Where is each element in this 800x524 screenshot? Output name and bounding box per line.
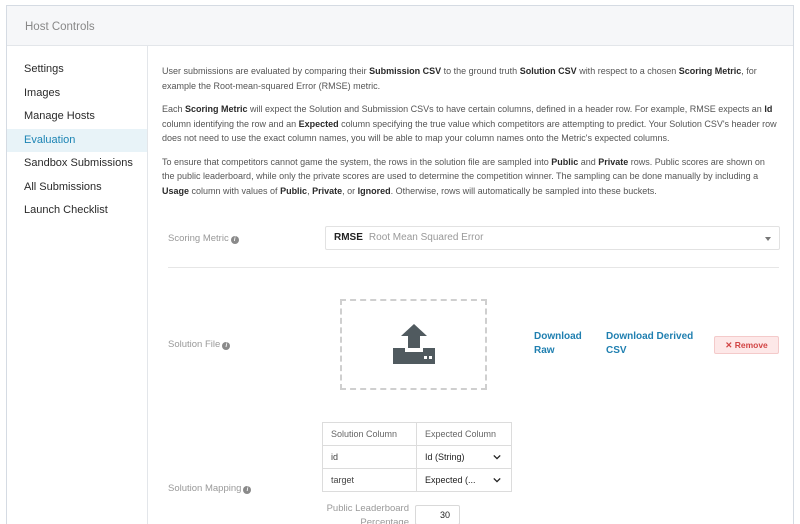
leaderboard-percentage-label: Public Leaderboard Percentage [326,503,409,524]
sidebar-nav: Settings Images Manage Hosts Evaluation … [7,46,148,524]
intro-paragraph-columns: Each Scoring Metric will expect the Solu… [162,104,777,143]
expected-column-select[interactable]: Expected (... [416,468,512,492]
sidebar-item-settings[interactable]: Settings [7,58,147,82]
solution-column-cell: id [322,445,417,469]
chevron-down-icon [493,454,501,460]
info-icon[interactable]: i [230,236,239,244]
panel-header: Host Controls [7,6,793,46]
chevron-down-icon [493,477,501,483]
sidebar-item-sandbox-submissions[interactable]: Sandbox Submissions [7,152,147,176]
section-divider [168,267,779,268]
info-icon[interactable]: i [222,342,231,350]
sidebar-item-evaluation[interactable]: Evaluation [7,128,147,152]
solution-column-cell: target [322,468,417,492]
scoring-metric-label: Scoring Metric i [168,233,239,244]
intro-paragraph-sampling: To ensure that competitors cannot game t… [162,156,765,196]
table-row: target Expected (... [322,468,512,492]
info-icon[interactable]: i [243,486,252,494]
table-header-row: Solution Column Expected Column [322,422,512,446]
remove-button[interactable]: ✕ Remove [714,336,779,354]
sidebar-item-images[interactable]: Images [7,82,147,106]
sidebar-item-manage-hosts[interactable]: Manage Hosts [7,105,147,129]
solution-mapping-label: Solution Mapping i [168,483,252,494]
caret-down-icon [765,237,771,241]
download-raw-link[interactable]: Download Raw [534,330,590,358]
close-icon: ✕ [725,340,735,350]
intro-paragraph-scoring: User submissions are evaluated by compar… [162,66,757,91]
column-header-expected: Expected Column [416,422,512,446]
solution-mapping-table: Solution Column Expected Column id Id (S… [322,422,512,492]
upload-icon [393,324,435,364]
table-row: id Id (String) [322,445,512,469]
download-derived-csv-link[interactable]: Download Derived CSV [606,330,698,358]
leaderboard-percentage-input[interactable]: 30 [415,505,460,524]
sidebar-item-all-submissions[interactable]: All Submissions [7,176,147,200]
scoring-metric-description: Root Mean Squared Error [368,232,484,243]
expected-column-select[interactable]: Id (String) [416,445,512,469]
solution-file-label: Solution File i [168,339,231,350]
scoring-metric-select[interactable]: RMSE Root Mean Squared Error [325,226,780,250]
sidebar-item-launch-checklist[interactable]: Launch Checklist [7,199,147,223]
host-controls-panel: Host Controls Settings Images Manage Hos… [6,5,794,524]
scoring-metric-code: RMSE [334,232,363,243]
evaluation-content: User submissions are evaluated by compar… [162,64,780,524]
solution-file-dropzone[interactable] [340,299,487,390]
column-header-solution: Solution Column [322,422,417,446]
